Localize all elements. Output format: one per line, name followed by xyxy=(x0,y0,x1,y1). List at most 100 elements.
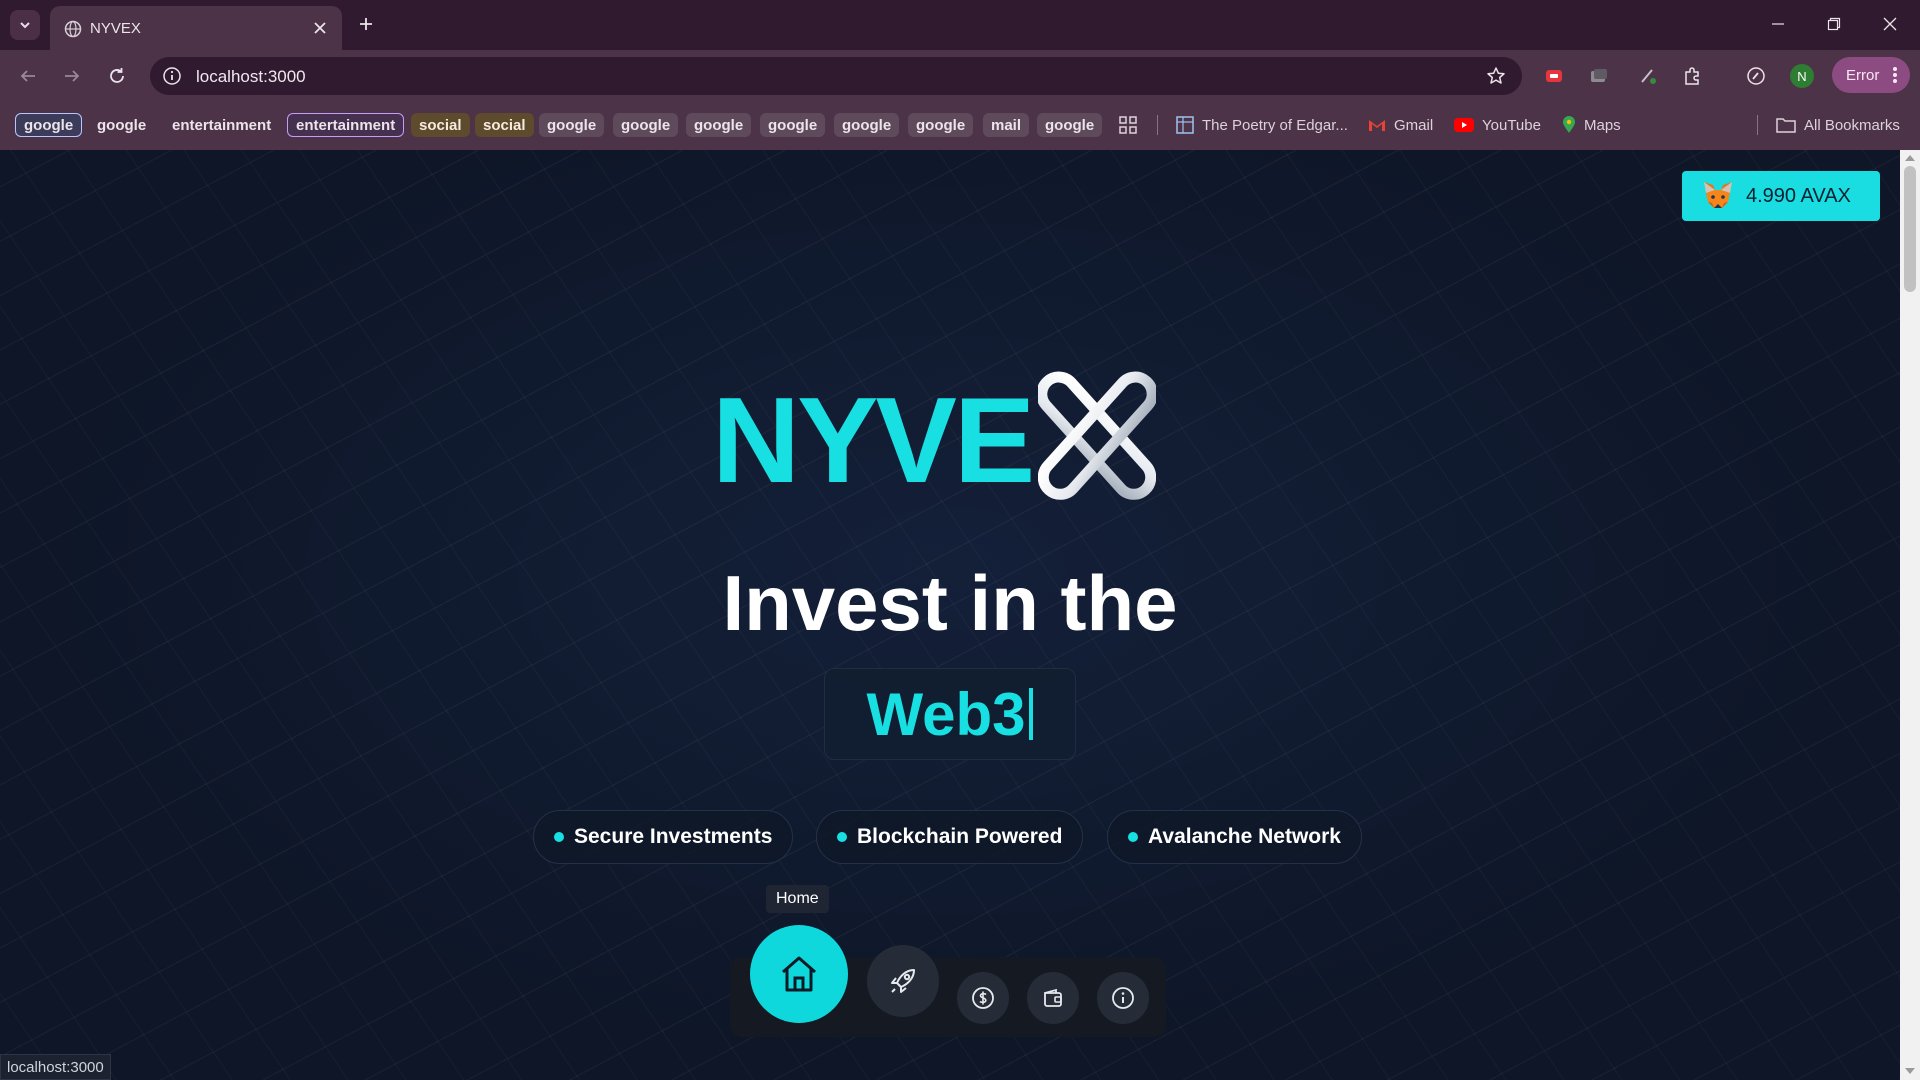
extension-red-icon[interactable] xyxy=(1540,62,1568,90)
bookmark-youtube[interactable]: YouTube xyxy=(1454,113,1541,137)
bookmark-chip[interactable]: google xyxy=(834,113,900,137)
dock-wallet-button[interactable] xyxy=(1027,972,1079,1024)
address-bar[interactable]: localhost:3000 xyxy=(150,57,1522,95)
extensions-button[interactable] xyxy=(1678,62,1706,90)
metamask-fox-icon xyxy=(1704,182,1732,208)
bookmark-label: The Poetry of Edgar... xyxy=(1202,116,1348,134)
apps-button[interactable] xyxy=(1119,113,1137,137)
typewriter-caret xyxy=(1029,688,1034,740)
nyvex-logo: NYVE xyxy=(712,370,1157,510)
close-tab-button[interactable] xyxy=(308,16,332,40)
table-icon xyxy=(1176,116,1194,134)
dock-launch-button[interactable] xyxy=(867,945,939,1017)
feature-label: Secure Investments xyxy=(574,825,773,848)
extension-window-icon[interactable] xyxy=(1585,62,1613,90)
bookmark-chip[interactable]: social xyxy=(475,113,534,137)
bookmark-chip[interactable]: google xyxy=(539,113,605,137)
bookmark-chip[interactable]: mail xyxy=(983,113,1030,137)
bookmark-chip[interactable]: google xyxy=(15,113,83,137)
logo-wordmark: NYVE xyxy=(712,372,1035,508)
chevron-down-icon xyxy=(20,22,30,29)
bookmark-chip[interactable]: google xyxy=(613,113,679,137)
typewriter-box: Web3 xyxy=(824,668,1076,760)
error-label: Error xyxy=(1846,66,1880,84)
bookmark-chip[interactable]: google xyxy=(760,113,826,137)
globe-icon xyxy=(64,20,82,38)
maps-pin-icon xyxy=(1563,116,1575,133)
dollar-circle-icon xyxy=(972,987,994,1009)
tab-search-button[interactable] xyxy=(10,10,40,40)
status-bar-url: localhost:3000 xyxy=(0,1054,111,1080)
close-icon xyxy=(314,22,326,34)
scroll-up-icon[interactable] xyxy=(1905,155,1915,161)
dock-tooltip: Home xyxy=(766,885,829,913)
bookmark-chip[interactable]: entertainment xyxy=(164,113,279,137)
speedometer-icon xyxy=(1747,67,1765,85)
restore-icon xyxy=(1827,17,1841,31)
bookmark-chip[interactable]: entertainment xyxy=(287,113,405,137)
pen-icon xyxy=(1641,69,1656,84)
kebab-menu-icon xyxy=(1893,67,1897,83)
bullet-dot-icon xyxy=(1128,832,1138,842)
performance-button[interactable] xyxy=(1742,62,1770,90)
bookmark-poetry[interactable]: The Poetry of Edgar... xyxy=(1176,113,1348,137)
info-icon[interactable] xyxy=(162,66,182,86)
active-tab[interactable]: NYVEX xyxy=(50,6,342,50)
arrow-left-icon xyxy=(20,70,35,82)
scrollbar-thumb[interactable] xyxy=(1904,166,1916,292)
restore-button[interactable] xyxy=(1814,8,1854,40)
bookmark-maps[interactable]: Maps xyxy=(1562,113,1621,137)
profile-avatar[interactable]: N xyxy=(1790,64,1814,88)
dock-about-button[interactable] xyxy=(1097,972,1149,1024)
browser-toolbar: localhost:3000 N Error xyxy=(0,50,1920,100)
reload-button[interactable] xyxy=(101,60,133,92)
youtube-icon xyxy=(1454,118,1474,132)
bookmark-chip[interactable]: google xyxy=(686,113,752,137)
error-menu-button[interactable]: Error xyxy=(1832,57,1910,93)
window-icon xyxy=(1591,69,1607,82)
minimize-icon xyxy=(1772,23,1784,25)
bullet-dot-icon xyxy=(554,832,564,842)
minimize-button[interactable] xyxy=(1758,8,1798,40)
bookmarks-bar: google google entertainment entertainmen… xyxy=(0,100,1920,150)
bookmark-label: Gmail xyxy=(1394,116,1434,134)
wallet-icon xyxy=(1044,988,1062,1007)
feature-pill: Secure Investments xyxy=(533,810,794,864)
bullet-dot-icon xyxy=(837,832,847,842)
forward-button[interactable] xyxy=(56,60,88,92)
page-content: 4.990 AVAX NYVE Invest in the Web3 Secur… xyxy=(0,150,1900,1080)
bookmark-chip[interactable]: social xyxy=(411,113,470,137)
puzzle-icon xyxy=(1685,67,1699,85)
scroll-down-icon[interactable] xyxy=(1905,1068,1915,1074)
wallet-balance-button[interactable]: 4.990 AVAX xyxy=(1682,171,1880,221)
all-bookmarks-button[interactable]: All Bookmarks xyxy=(1776,113,1900,137)
feature-label: Avalanche Network xyxy=(1148,825,1341,848)
bookmark-gmail[interactable]: Gmail xyxy=(1368,113,1433,137)
close-icon xyxy=(1883,17,1897,31)
bookmark-chip[interactable]: google xyxy=(1037,113,1103,137)
bookmark-chip[interactable]: google xyxy=(89,113,154,137)
plus-icon xyxy=(360,18,372,30)
extension-pen-icon[interactable] xyxy=(1634,62,1662,90)
new-tab-button[interactable] xyxy=(352,10,380,38)
back-button[interactable] xyxy=(12,60,44,92)
tab-bar: NYVEX xyxy=(0,0,1920,50)
feature-label: Blockchain Powered xyxy=(857,825,1063,848)
bookmark-chip[interactable]: google xyxy=(908,113,974,137)
dock-invest-button[interactable] xyxy=(957,972,1009,1024)
gmail-icon xyxy=(1369,120,1385,131)
close-window-button[interactable] xyxy=(1870,8,1910,40)
chain-x-logo-icon xyxy=(1038,371,1157,500)
star-icon[interactable] xyxy=(1486,66,1506,86)
rocket-icon xyxy=(891,969,915,993)
apps-grid-icon xyxy=(1119,116,1137,134)
feature-pill: Avalanche Network xyxy=(1107,810,1362,864)
bookmark-label: Maps xyxy=(1584,116,1621,134)
typewriter-word: Web3 xyxy=(866,680,1026,748)
page-scrollbar[interactable] xyxy=(1900,150,1920,1080)
arrow-right-icon xyxy=(65,70,80,82)
info-icon xyxy=(1112,987,1134,1009)
bookmark-label: YouTube xyxy=(1482,116,1541,134)
wallet-amount: 4.990 AVAX xyxy=(1746,184,1851,207)
dock-home-button[interactable] xyxy=(750,925,848,1023)
